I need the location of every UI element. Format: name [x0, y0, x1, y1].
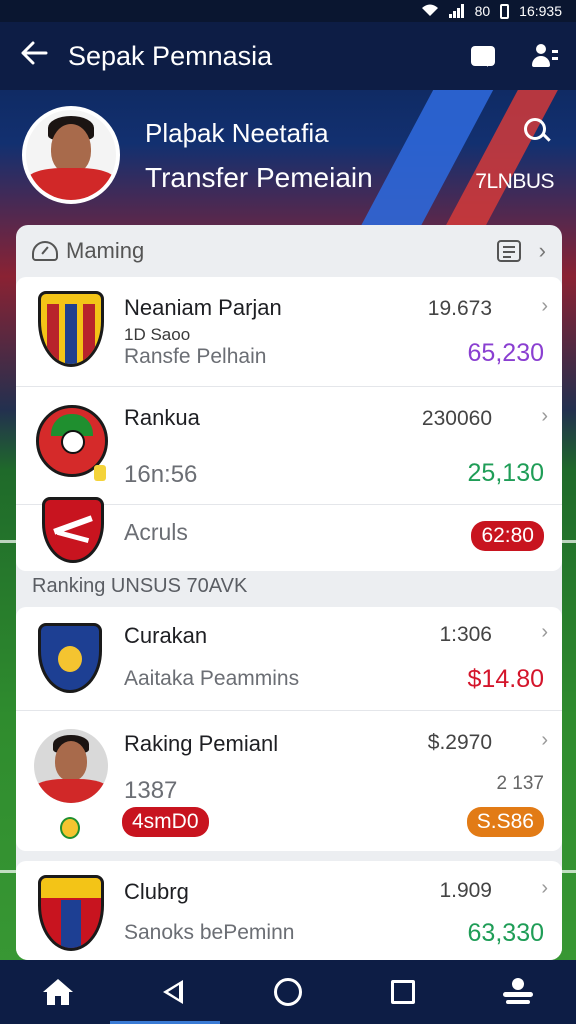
- player-time: 16n:56: [124, 461, 198, 488]
- club-crest: [38, 875, 104, 951]
- chevron-right-icon: ›: [541, 729, 548, 751]
- nav-back-button[interactable]: [143, 962, 203, 1022]
- section-label: Ranking UNSUS 70AVK: [32, 575, 248, 597]
- player-detail: 1D Saoo: [124, 325, 191, 344]
- status-badge: S.S86: [466, 807, 544, 837]
- nav-account-button[interactable]: [488, 962, 548, 1022]
- panel-header: Maming ›: [16, 225, 562, 277]
- nav-home-button[interactable]: [28, 962, 88, 1022]
- player-transfer: Aaitaka Peammins: [124, 667, 300, 690]
- status-bar: 80 16:935: [0, 0, 576, 22]
- gauge-icon: [32, 241, 58, 261]
- bottom-navigation: [0, 960, 576, 1024]
- signal-icon: [448, 4, 465, 18]
- player-name: Rankua: [124, 405, 200, 430]
- profile-tag: 7LNBUS: [475, 170, 554, 193]
- chat-button[interactable]: [452, 22, 514, 90]
- club-name: Acruls: [124, 519, 188, 545]
- chevron-right-icon: ›: [541, 877, 548, 899]
- player-stat: $.2970: [427, 731, 492, 754]
- profile-header: Plaþak Neetafia Transfer Pemeiain 7LNBUS: [0, 100, 576, 220]
- club-crest: [38, 291, 104, 367]
- triangle-back-icon: [162, 980, 183, 1004]
- list-item[interactable]: Raking Pemianl 1387 $.2970 › 2 137 4smD0…: [16, 711, 562, 851]
- app-bar: Sepak Pemnasia: [0, 22, 576, 90]
- panel-header-label: Maming: [66, 238, 145, 263]
- player-price: $14.80: [467, 665, 544, 693]
- ranking-card: Curakan Aaitaka Peammins 1:306 › $14.80 …: [16, 607, 562, 851]
- search-button[interactable]: [524, 118, 551, 144]
- nav-home-circle-button[interactable]: [258, 962, 318, 1022]
- clock: 16:935: [519, 3, 562, 19]
- player-price: 65,230: [467, 339, 544, 367]
- chevron-right-icon: ›: [541, 295, 548, 317]
- arrow-left-icon: [20, 39, 48, 73]
- status-badge: 4smD0: [122, 807, 209, 837]
- club-crest: [42, 497, 104, 563]
- battery-level: 80: [474, 3, 491, 19]
- transfer-panel: Maming › Neaniam Parjan 1D Saoo Ransfe P…: [16, 225, 562, 960]
- chat-icon: [471, 46, 495, 67]
- player-stat: 230060: [421, 407, 492, 430]
- list-item[interactable]: Rankua 16n:56 230060 › 25,130: [16, 387, 562, 505]
- chevron-right-icon: ›: [541, 621, 548, 643]
- app-title: Sepak Pemnasia: [68, 40, 273, 71]
- square-recents-icon: [391, 980, 416, 1004]
- note-icon[interactable]: [496, 240, 521, 262]
- club-card: Clubrg Sanoks bePeminn 1.909 › 63,330: [16, 861, 562, 960]
- battery-icon: [500, 3, 510, 19]
- medal-icon: [60, 817, 80, 839]
- profile-subtitle: Transfer Pemeiain: [145, 162, 373, 193]
- avatar: [34, 729, 108, 803]
- profile-button[interactable]: [514, 22, 576, 90]
- club-name: Clubrg: [124, 879, 189, 904]
- list-item[interactable]: Clubrg Sanoks bePeminn 1.909 › 63,330: [16, 861, 562, 960]
- player-list-card: Neaniam Parjan 1D Saoo Ransfe Pelhain 19…: [16, 277, 562, 571]
- nav-recents-button[interactable]: [373, 962, 433, 1022]
- player-transfer: Ransfe Pelhain: [124, 345, 267, 368]
- avatar[interactable]: [22, 106, 120, 204]
- status-badge: 62:80: [471, 521, 544, 551]
- player-stat-secondary: 2 137: [496, 773, 544, 794]
- list-item[interactable]: Neaniam Parjan 1D Saoo Ransfe Pelhain 19…: [16, 277, 562, 387]
- player-number: 1387: [124, 777, 178, 804]
- club-crest: [38, 623, 102, 693]
- list-item[interactable]: Acruls 62:80: [16, 497, 562, 571]
- profile-name: Plaþak Neetafia: [145, 118, 329, 148]
- back-button[interactable]: [0, 22, 68, 90]
- club-stat: 1.909: [439, 879, 492, 902]
- player-stat: 19.673: [427, 297, 492, 320]
- home-icon: [42, 979, 73, 1005]
- player-price: 25,130: [467, 459, 544, 487]
- player-stat: 1:306: [439, 623, 492, 646]
- list-item[interactable]: Curakan Aaitaka Peammins 1:306 › $14.80: [16, 607, 562, 711]
- badge-icon: [94, 465, 106, 481]
- club-detail: Sanoks bePeminn: [124, 921, 295, 944]
- player-name: Raking Pemianl: [124, 731, 279, 756]
- player-name: Neaniam Parjan: [124, 295, 282, 320]
- player-name: Curakan: [124, 623, 208, 648]
- wifi-icon: [421, 3, 439, 20]
- chevron-right-icon[interactable]: ›: [539, 238, 546, 264]
- club-price: 63,330: [467, 919, 544, 947]
- account-icon: [503, 978, 534, 1006]
- user-icon: [532, 44, 558, 68]
- chevron-right-icon: ›: [541, 405, 548, 427]
- circle-home-icon: [273, 978, 302, 1006]
